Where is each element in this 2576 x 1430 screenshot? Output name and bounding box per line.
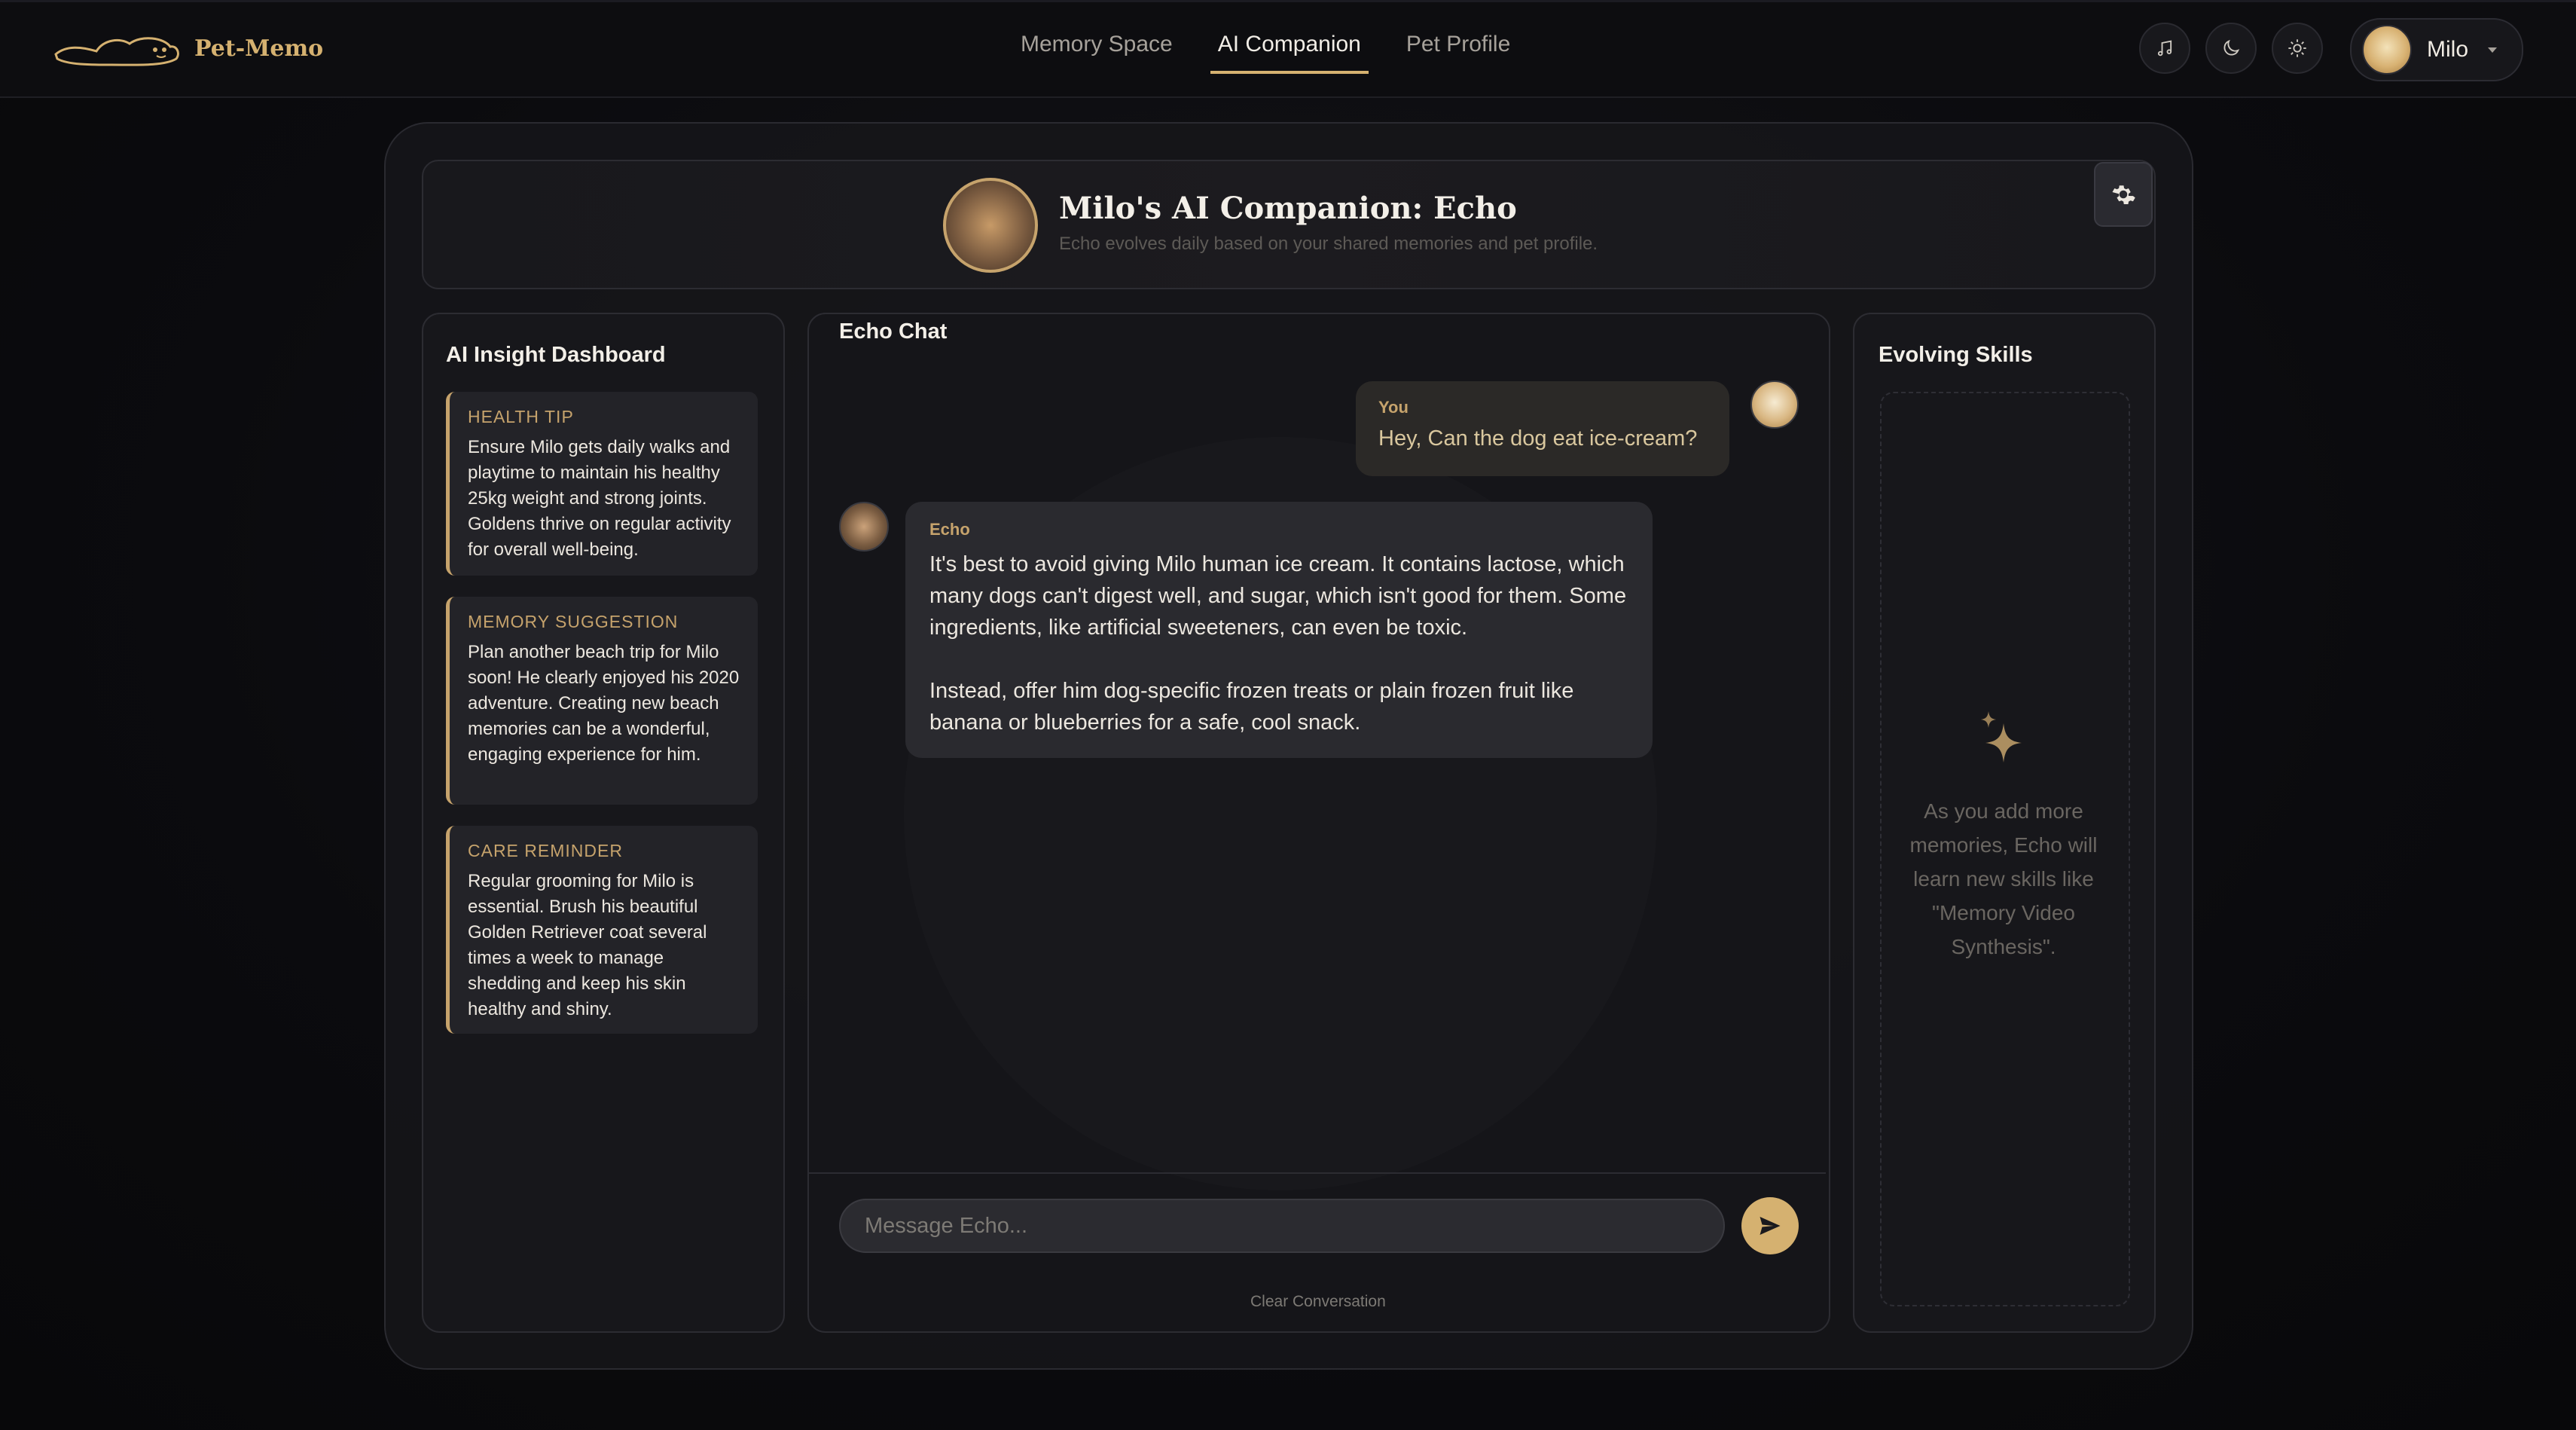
gear-icon — [2112, 185, 2135, 205]
moon-icon — [2223, 39, 2240, 56]
chevron-down-icon — [2488, 47, 2498, 53]
message-input[interactable] — [839, 1199, 1725, 1253]
insight-text: Regular grooming for Milo is essential. … — [468, 871, 707, 1019]
main-nav: Memory Space AI Companion Pet Profile — [1013, 27, 1548, 74]
nav-pet-profile[interactable]: Pet Profile — [1399, 27, 1518, 74]
insight-card-health: HEALTH TIP Ensure Milo gets daily walks … — [446, 392, 758, 576]
user-name: Milo — [2427, 37, 2469, 62]
page-subtitle: Echo evolves daily based on your shared … — [1059, 234, 1598, 254]
music-icon — [2157, 40, 2172, 57]
message-text: Hey, Can the dog eat ice-cream? — [1378, 426, 1698, 451]
user-message: You Hey, Can the dog eat ice-cream? — [1356, 381, 1729, 476]
echo-message-avatar — [839, 502, 889, 552]
dog-logo-icon — [54, 37, 179, 66]
insight-label: HEALTH TIP — [468, 407, 574, 426]
nav-memory-space[interactable]: Memory Space — [1013, 27, 1180, 74]
music-button[interactable] — [2139, 23, 2190, 74]
skills-empty-text: As you add more memories, Echo will lear… — [1909, 799, 2098, 958]
chat-title: Echo Chat — [839, 319, 948, 344]
echo-message: Echo It's best to avoid giving Milo huma… — [905, 502, 1653, 758]
skills-title: Evolving Skills — [1879, 343, 2033, 367]
send-icon — [1760, 1217, 1781, 1235]
echo-avatar — [943, 178, 1038, 273]
insight-text: Plan another beach trip for Milo soon! H… — [468, 642, 740, 765]
insight-card-memory: MEMORY SUGGESTION Plan another beach tri… — [446, 597, 758, 805]
top-bar: Pet-Memo Memory Space AI Companion Pet P… — [0, 0, 2576, 98]
sun-icon — [2288, 39, 2306, 57]
app-logo[interactable]: Pet-Memo — [51, 24, 323, 72]
clear-conversation-button[interactable]: Clear Conversation — [1250, 1293, 1386, 1311]
chat-divider — [809, 1172, 1826, 1174]
avatar — [2362, 25, 2412, 75]
send-button[interactable] — [1741, 1197, 1799, 1254]
insight-card-care: CARE REMINDER Regular grooming for Milo … — [446, 826, 758, 1034]
insight-label: CARE REMINDER — [468, 841, 623, 860]
insight-text: Ensure Milo gets daily walks and playtim… — [468, 437, 731, 560]
message-sender: Echo — [929, 520, 970, 539]
user-menu[interactable]: Milo — [2350, 18, 2523, 81]
message-text: It's best to avoid giving Milo human ice… — [929, 552, 1627, 735]
message-sender: You — [1378, 398, 1409, 417]
sparkle-icon — [1981, 711, 2022, 762]
user-avatar — [1750, 380, 1799, 429]
insight-dashboard-title: AI Insight Dashboard — [446, 343, 666, 367]
page-title: Milo's AI Companion: Echo — [1059, 191, 1517, 226]
nav-ai-companion[interactable]: AI Companion — [1210, 27, 1369, 74]
light-mode-button[interactable] — [2272, 23, 2323, 74]
insight-label: MEMORY SUGGESTION — [468, 612, 679, 631]
settings-button[interactable] — [2094, 162, 2153, 227]
app-name: Pet-Memo — [194, 35, 324, 62]
dark-mode-button[interactable] — [2205, 23, 2257, 74]
